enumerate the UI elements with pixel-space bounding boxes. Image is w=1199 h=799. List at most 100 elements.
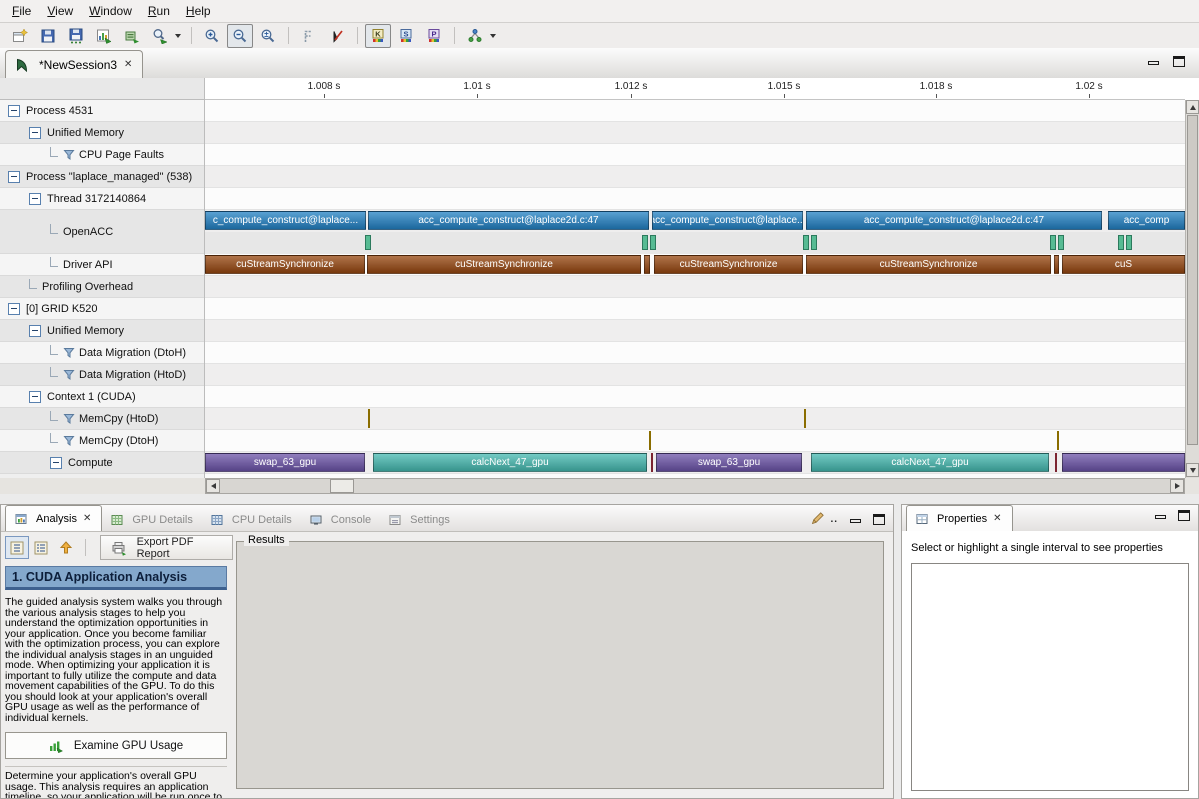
- interval-acc-compute-construct-laplace2d-c-47[interactable]: acc_compute_construct@laplace2d.c:47: [806, 211, 1102, 230]
- interval-cus[interactable]: cuS: [1062, 255, 1185, 274]
- tree-row-context-1-cuda[interactable]: Context 1 (CUDA): [0, 386, 204, 408]
- collapse-icon[interactable]: [8, 105, 20, 117]
- tree-row-unified-memory[interactable]: Unified Memory: [0, 320, 204, 342]
- interval-c-compute-construct-laplace[interactable]: c_compute_construct@laplace...: [205, 211, 366, 230]
- timeline-lane-0-grid-k520[interactable]: [205, 298, 1185, 320]
- interval-swap-63-gpu[interactable]: swap_63_gpu: [656, 453, 802, 472]
- timeline-lane-driver-api[interactable]: cuStreamSynchronizecuStreamSynchronizecu…: [205, 254, 1185, 276]
- zoom-out-icon[interactable]: [227, 24, 253, 48]
- timeline-lane-context-1-cuda[interactable]: [205, 386, 1185, 408]
- tree-row-compute[interactable]: Compute: [0, 452, 204, 474]
- zoom-fit-icon[interactable]: ±: [255, 24, 281, 48]
- interval-launch-marker[interactable]: [642, 235, 648, 250]
- interval-memcpy-htod[interactable]: [804, 409, 806, 428]
- interval-event[interactable]: [1062, 453, 1185, 472]
- tab-cpu-details[interactable]: CPU Details: [202, 508, 301, 531]
- timeline-ruler[interactable]: 1.008 s1.01 s1.012 s1.015 s1.018 s1.02 s: [205, 78, 1185, 100]
- analysis-view-icon[interactable]: [462, 24, 488, 48]
- view-menu-icon[interactable]: [810, 510, 826, 529]
- unguided-analysis-icon[interactable]: [30, 536, 54, 559]
- menu-view[interactable]: View: [39, 2, 81, 20]
- interval-memcpy-htod[interactable]: [368, 409, 370, 428]
- filter-icon[interactable]: [63, 413, 75, 425]
- filter-icon[interactable]: [63, 435, 75, 447]
- collapse-icon[interactable]: [29, 127, 41, 139]
- tab-analysis[interactable]: Analysis✕: [5, 505, 102, 531]
- tree-row-memcpy-htod[interactable]: MemCpy (HtoD): [0, 408, 204, 430]
- scroll-right-icon[interactable]: [1170, 479, 1184, 493]
- interval-event[interactable]: [644, 255, 650, 274]
- interval-compute-tick[interactable]: [1055, 453, 1057, 472]
- timeline-lane-data-migration-dtoh[interactable]: [205, 342, 1185, 364]
- collapse-icon[interactable]: [8, 171, 20, 183]
- back-up-icon[interactable]: [54, 536, 78, 559]
- interval-compute-tick[interactable]: [651, 453, 653, 472]
- new-session-icon[interactable]: [7, 24, 33, 48]
- horizontal-scroll-thumb[interactable]: [330, 479, 354, 493]
- timeline-lane-process-laplace-managed-538[interactable]: [205, 166, 1185, 188]
- process-colors-icon[interactable]: P: [421, 24, 447, 48]
- tree-row-process-laplace-managed-538[interactable]: Process "laplace_managed" (538): [0, 166, 204, 188]
- menu-help[interactable]: Help: [178, 2, 219, 20]
- interval-acc-compute-construct-laplace[interactable]: acc_compute_construct@laplace...: [652, 211, 803, 230]
- tab-console[interactable]: Console: [301, 508, 380, 531]
- interval-launch-marker[interactable]: [811, 235, 817, 250]
- interval-calcnext-47-gpu[interactable]: calcNext_47_gpu: [373, 453, 647, 472]
- tab-gpu-details[interactable]: GPU Details: [102, 508, 202, 531]
- timeline-lane-thread-3172140864[interactable]: [205, 188, 1185, 210]
- maximize-icon[interactable]: [1178, 510, 1190, 521]
- close-icon[interactable]: ✕: [992, 513, 1002, 524]
- horizontal-scrollbar[interactable]: [205, 478, 1185, 494]
- interval-swap-63-gpu[interactable]: swap_63_gpu: [205, 453, 365, 472]
- timeline-lane-unified-memory[interactable]: [205, 320, 1185, 342]
- maximize-icon[interactable]: [873, 514, 885, 525]
- unmark-interval-icon[interactable]: [324, 24, 350, 48]
- session-tab[interactable]: *NewSession3 ✕: [5, 50, 143, 78]
- dropdown-caret-icon[interactable]: [490, 34, 496, 38]
- close-icon[interactable]: ✕: [123, 59, 133, 70]
- interval-launch-marker[interactable]: [650, 235, 656, 250]
- tree-row-process-4531[interactable]: Process 4531: [0, 100, 204, 122]
- filter-icon[interactable]: [63, 149, 75, 161]
- tab-properties[interactable]: Properties ✕: [906, 505, 1013, 531]
- timeline-lane-process-4531[interactable]: [205, 100, 1185, 122]
- timeline-lane-compute[interactable]: swap_63_gpu calcNext_47_gpu swap_63_gpu cal…: [205, 452, 1185, 474]
- timeline-lane-cpu-page-faults[interactable]: [205, 144, 1185, 166]
- vertical-scrollbar[interactable]: [1185, 100, 1199, 478]
- minimize-icon[interactable]: [1148, 61, 1159, 65]
- interval-launch-marker[interactable]: [365, 235, 371, 250]
- profile-application-icon[interactable]: [91, 24, 117, 48]
- profile-from-file-icon[interactable]: [119, 24, 145, 48]
- tree-row-thread-3172140864[interactable]: Thread 3172140864: [0, 188, 204, 210]
- filter-icon[interactable]: [63, 347, 75, 359]
- save-icon[interactable]: [35, 24, 61, 48]
- tree-row-memcpy-dtoh[interactable]: MemCpy (DtoH): [0, 430, 204, 452]
- vertical-scroll-thumb[interactable]: [1187, 115, 1198, 445]
- scroll-up-icon[interactable]: [1186, 100, 1199, 114]
- timeline-lane-openacc[interactable]: c_compute_construct@laplace...acc_comput…: [205, 210, 1185, 254]
- interval-acc-compute-construct-laplace2d-c-47[interactable]: acc_compute_construct@laplace2d.c:47: [368, 211, 649, 230]
- minimize-icon[interactable]: [1155, 515, 1166, 519]
- scroll-left-icon[interactable]: [206, 479, 220, 493]
- interval-launch-marker[interactable]: [1126, 235, 1132, 250]
- tree-row-cpu-page-faults[interactable]: CPU Page Faults: [0, 144, 204, 166]
- menu-run[interactable]: Run: [140, 2, 178, 20]
- tree-row-data-migration-dtoh[interactable]: Data Migration (DtoH): [0, 342, 204, 364]
- mark-interval-icon[interactable]: [296, 24, 322, 48]
- tab-settings[interactable]: Settings: [380, 508, 459, 531]
- close-icon[interactable]: ✕: [82, 513, 92, 524]
- interval-memcpy-dtoh[interactable]: [1057, 431, 1059, 450]
- tree-row-driver-api[interactable]: Driver API: [0, 254, 204, 276]
- scroll-down-icon[interactable]: [1186, 463, 1199, 477]
- timeline-lane-memcpy-htod[interactable]: [205, 408, 1185, 430]
- interval-calcnext-47-gpu[interactable]: calcNext_47_gpu: [811, 453, 1049, 472]
- export-pdf-button[interactable]: Export PDF Report: [100, 535, 233, 560]
- interval-custreamsynchronize[interactable]: cuStreamSynchronize: [205, 255, 365, 274]
- interval-launch-marker[interactable]: [1058, 235, 1064, 250]
- tree-row-profiling-overhead[interactable]: Profiling Overhead: [0, 276, 204, 298]
- zoom-select-icon[interactable]: [147, 24, 173, 48]
- collapse-icon[interactable]: [50, 457, 62, 469]
- menu-file[interactable]: File: [4, 2, 39, 20]
- save-all-icon[interactable]: [63, 24, 89, 48]
- timeline-lane-data-migration-htod[interactable]: [205, 364, 1185, 386]
